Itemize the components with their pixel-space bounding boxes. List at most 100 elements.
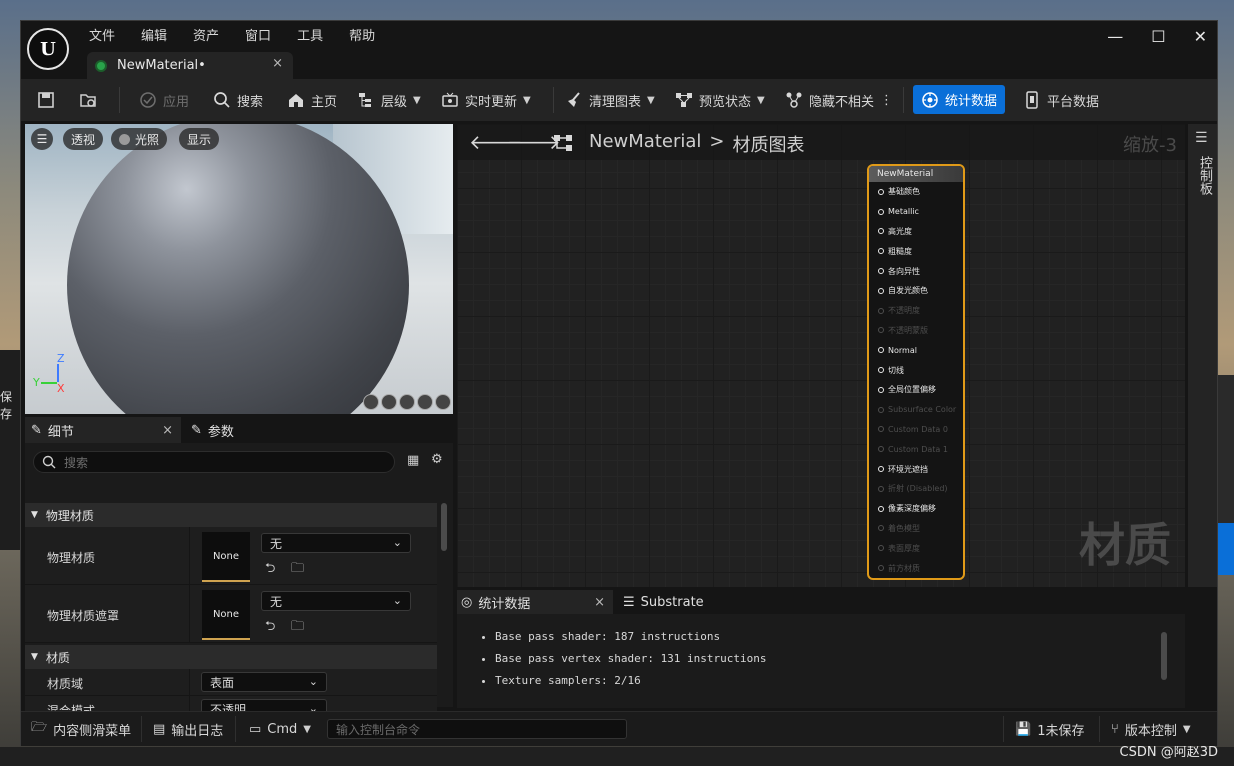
asset-tab[interactable]: NewMaterial• × [87,52,293,79]
live-update-button[interactable]: 实时更新 ▼ [441,79,531,121]
node-input-pin[interactable]: 像素深度偏移 [869,499,963,519]
node-input-pin[interactable]: 全局位置偏移 [869,380,963,400]
node-input-pin[interactable]: 高光度 [869,222,963,242]
table-view-icon[interactable]: ▦ [407,453,419,468]
node-input-pin[interactable]: 着色模型 [869,519,963,539]
pin-connector-icon[interactable] [878,287,884,294]
search-button[interactable]: 搜索 [213,79,263,121]
cube-preview-icon[interactable] [417,394,433,410]
use-selected-icon[interactable]: ⮌ [265,559,275,581]
plane-preview-icon[interactable] [399,394,415,410]
menu-file[interactable]: 文件 [89,25,115,44]
sphere-preview-icon[interactable] [381,394,397,410]
perspective-button[interactable]: 透视 [63,128,104,150]
menu-help[interactable]: 帮助 [349,25,375,44]
save-button[interactable] [37,79,55,121]
pin-connector-icon[interactable] [878,446,884,453]
pin-connector-icon[interactable] [878,208,884,215]
unreal-logo-icon[interactable]: U [27,28,69,70]
maximize-button[interactable]: ☐ [1151,27,1165,46]
pin-connector-icon[interactable] [878,188,884,195]
node-input-pin[interactable]: 各向异性 [869,261,963,281]
close-window-button[interactable]: ✕ [1194,27,1207,46]
details-search-input[interactable]: 搜索 [33,451,395,473]
section-physical-material[interactable]: ▼ 物理材质 [25,503,437,527]
home-button[interactable]: 主页 [287,79,337,121]
node-input-pin[interactable]: Custom Data 1 [869,439,963,459]
node-input-pin[interactable]: Normal [869,340,963,360]
minimize-button[interactable]: — [1107,27,1123,46]
material-domain-dropdown[interactable]: 表面 ⌄ [201,672,327,692]
preview-viewport[interactable]: ☰ 透视 光照 显示 Z Y X [25,124,453,414]
details-scrollbar[interactable] [441,503,447,551]
breadcrumb-root[interactable]: NewMaterial [589,131,701,157]
tab-stats-close[interactable]: × [594,595,605,610]
pin-connector-icon[interactable] [878,248,884,255]
breadcrumb-leaf[interactable]: 材质图表 [732,131,804,157]
menu-tools[interactable]: 工具 [297,25,323,44]
node-input-pin[interactable]: 环境光遮挡 [869,459,963,479]
hierarchy-button[interactable]: 层级 ▼ [357,79,421,121]
pin-connector-icon[interactable] [878,307,884,314]
menu-asset[interactable]: 资产 [193,25,219,44]
node-input-pin[interactable]: 基础颜色 [869,182,963,202]
tab-details[interactable]: ✎ 细节 × [25,417,181,443]
pin-connector-icon[interactable] [878,327,884,334]
node-input-pin[interactable]: Metallic [869,202,963,222]
clean-graph-button[interactable]: 清理图表 ▼ [565,79,655,121]
pin-connector-icon[interactable] [878,485,884,492]
pin-connector-icon[interactable] [878,268,884,275]
pin-connector-icon[interactable] [878,367,884,374]
node-input-pin[interactable]: 前方材质 [869,558,963,578]
browse-button[interactable] [79,79,97,121]
pin-connector-icon[interactable] [878,347,884,354]
tab-details-close[interactable]: × [162,423,173,438]
node-input-pin[interactable]: Subsurface Color [869,400,963,420]
material-graph-canvas[interactable]: 🡐 🡒 NewMaterial > 材质图表 缩放-3 NewMaterial … [457,124,1185,587]
node-input-pin[interactable]: 自发光颜色 [869,281,963,301]
pin-connector-icon[interactable] [878,426,884,433]
node-input-pin[interactable]: 不透明度 [869,301,963,321]
gear-icon[interactable]: ⚙ [431,452,443,467]
pin-connector-icon[interactable] [878,545,884,552]
section-material[interactable]: ▼ 材质 [25,645,437,669]
tab-substrate[interactable]: ☰ Substrate [623,590,704,614]
viewport-menu-button[interactable]: ☰ [31,128,53,150]
platform-stats-button[interactable]: 平台数据 [1023,79,1099,121]
use-selected-icon[interactable]: ⮌ [265,617,275,639]
stats-toggle-button[interactable]: 统计数据 [913,85,1005,114]
material-output-node[interactable]: NewMaterial 基础颜色 Metallic 高光度 粗糙度 各向异性 自发光颜色不… [867,164,965,580]
cmd-selector[interactable]: ▭ Cmd ▼ [249,712,311,746]
physical-material-mask-thumbnail[interactable]: None [202,590,250,640]
node-input-pin[interactable]: 表面厚度 [869,538,963,558]
pin-connector-icon[interactable] [878,525,884,532]
browse-asset-icon[interactable]: 🗀 [291,559,304,581]
pin-connector-icon[interactable] [878,565,884,572]
node-input-pin[interactable]: 粗糙度 [869,241,963,261]
palette-side-panel[interactable]: ☰ 控制板 [1188,124,1217,587]
lighting-button[interactable]: 光照 [111,128,168,150]
apply-button[interactable]: 应用 [139,79,189,121]
stats-scrollbar[interactable] [1161,632,1167,680]
physical-material-dropdown[interactable]: 无 ⌄ [261,533,411,553]
pin-connector-icon[interactable] [878,406,884,413]
more-options-icon[interactable]: ⋮ [880,93,893,108]
tab-parameters[interactable]: ✎ 参数 [191,417,234,443]
menu-window[interactable]: 窗口 [245,25,271,44]
browse-asset-icon[interactable]: 🗀 [291,617,304,639]
node-input-pin[interactable]: 不透明蒙版 [869,321,963,341]
content-drawer-button[interactable]: 🗁 内容侧滑菜单 [31,712,131,746]
custom-mesh-preview-icon[interactable] [435,394,451,410]
menu-edit[interactable]: 编辑 [141,25,167,44]
hide-unrelated-button[interactable]: 隐藏不相关 ⋮ [785,79,893,121]
output-log-button[interactable]: ▤ 输出日志 [153,712,223,746]
pin-connector-icon[interactable] [878,505,884,512]
show-button[interactable]: 显示 [179,128,220,150]
tab-stats[interactable]: ◎ 统计数据 × [457,590,613,614]
console-command-input[interactable]: 输入控制台命令 [327,719,627,739]
pin-connector-icon[interactable] [878,228,884,235]
pin-connector-icon[interactable] [878,386,884,393]
tab-close-button[interactable]: × [272,56,283,71]
source-control-button[interactable]: ⑂ 版本控制 ▼ [1111,712,1191,746]
node-input-pin[interactable]: Custom Data 0 [869,420,963,440]
